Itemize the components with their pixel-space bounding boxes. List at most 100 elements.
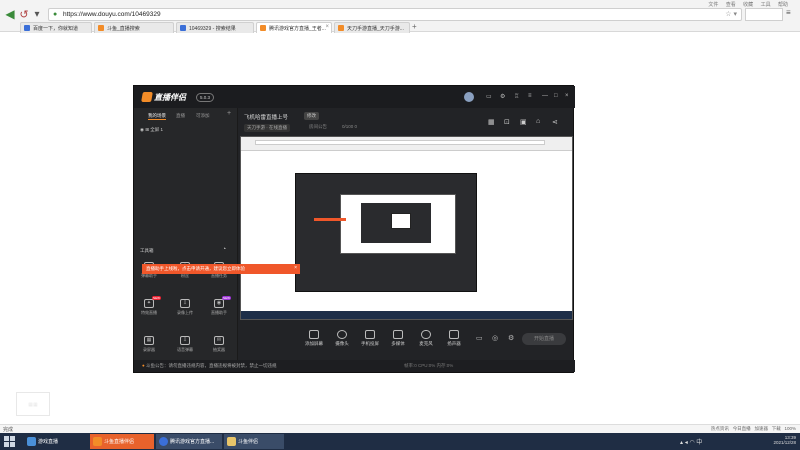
eye-icon[interactable]: ◉	[140, 127, 144, 132]
room-notice-link[interactable]: 房间公告	[309, 124, 327, 130]
tab-label: 百度一下，你就知道	[33, 26, 79, 32]
tab-close-icon[interactable]: ×	[325, 24, 329, 30]
tab-label: 天刀手游直播_天刀手游...	[347, 26, 404, 32]
phone-icon	[365, 330, 375, 339]
camera-button[interactable]: 摄像头	[328, 330, 356, 347]
microphone-button[interactable]: 麦克风	[412, 330, 440, 347]
wifi-icon[interactable]: ◠	[689, 440, 694, 446]
tool-effects[interactable]: ✦ NEW 特效直播	[134, 296, 164, 321]
tab-tiandao-live[interactable]: 天刀手游直播_天刀手游...	[334, 22, 410, 33]
tab-baidu[interactable]: 百度一下，你就知道	[20, 22, 92, 33]
preview-inner-page	[340, 194, 456, 254]
speaker-button[interactable]: 扬声器	[440, 330, 468, 347]
close-icon[interactable]: ×	[565, 93, 569, 99]
lock-icon[interactable]: ⊡	[504, 118, 510, 126]
media-button[interactable]: 多媒体	[384, 330, 412, 347]
home-icon[interactable]: ⌂	[536, 118, 540, 125]
tab-favicon-icon	[24, 25, 30, 31]
tool-live-helper[interactable]: ◉ NEW 直播助手	[204, 296, 234, 321]
menu-item-file[interactable]: 文件	[708, 2, 718, 8]
avatar[interactable]	[464, 92, 474, 102]
ctrl-label: 扬声器	[447, 341, 461, 346]
tab-my-scenes[interactable]: 我的场景	[148, 113, 166, 120]
media-icon	[393, 330, 403, 339]
tab-label: 10469329 - 搜索结果	[189, 26, 236, 32]
status-download[interactable]: 下载	[772, 426, 781, 431]
star-icon[interactable]: ☆ ▾	[725, 10, 737, 18]
shirt-icon[interactable]: ♖	[514, 93, 519, 100]
clock[interactable]: 13:39 2021/12/28	[773, 435, 796, 445]
new-badge: NEW	[222, 296, 231, 300]
grid-icon[interactable]: ▦	[488, 118, 495, 126]
network-icon[interactable]: ▴	[680, 440, 683, 446]
box-icon[interactable]: ▣	[520, 118, 527, 126]
tool-lottery[interactable]: ✉ 抽奖器	[204, 336, 234, 358]
tool-screen-recorder[interactable]: ▦ 录屏器	[134, 336, 164, 358]
room-edit-button[interactable]: 修改	[304, 112, 319, 120]
timer-icon[interactable]: ◔	[222, 246, 226, 253]
tab-addable[interactable]: 可添加	[196, 113, 210, 119]
tab-favicon-icon	[180, 25, 186, 31]
tool-voice-danmu[interactable]: ⇩ 语音弹幕	[170, 336, 200, 358]
menu-icon[interactable]: ≡	[528, 93, 532, 99]
taskbar-item-game-live[interactable]: 游戏直播	[24, 434, 86, 449]
taskbar-item-douyu-folder[interactable]: 斗鱼伴侣	[224, 434, 284, 449]
menu-item-view[interactable]: 查看	[726, 2, 736, 8]
system-tray: ▴ ◂ ◠ 中	[680, 437, 702, 446]
app-logo-icon	[141, 92, 153, 102]
announcement-icon: ●	[142, 363, 145, 368]
preview-inner-app	[295, 173, 477, 292]
browser-search-box[interactable]	[745, 8, 783, 21]
tab-live[interactable]: 直播	[176, 113, 185, 119]
settings-icon[interactable]: ⚙	[508, 334, 514, 342]
back-button[interactable]: ◀	[4, 7, 16, 21]
forward-button[interactable]: ↺	[18, 8, 30, 21]
circle-icon[interactable]: ◎	[492, 334, 498, 342]
volume-icon[interactable]: ◂	[685, 440, 688, 446]
app-statusbar: ● 斗鱼公告：请勿直播违规内容，直播违规将被封禁，禁止一切违规 帧率:0 CPU…	[134, 360, 575, 372]
share-icon[interactable]: ⋖	[552, 118, 558, 126]
status-hot-news[interactable]: 热点资讯	[711, 426, 729, 431]
address-bar[interactable]: ● https://www.douyu.com/10469329 ☆ ▾	[48, 8, 742, 21]
screen-icon[interactable]: ▭	[486, 93, 492, 100]
new-tab-button[interactable]: +	[412, 22, 417, 31]
app-logo-text: 直播伴侣	[154, 93, 186, 102]
app-window: 直播伴侣 5.0.3 ▭ ⚙ ♖ ≡ — □ × 我的场景 直播 可添加 + ◉…	[133, 85, 575, 373]
add-screen-button[interactable]: 添加屏幕	[300, 330, 328, 347]
start-live-button[interactable]: 开始直播	[522, 333, 566, 345]
tab-search-results[interactable]: 10469329 - 搜索结果	[176, 22, 254, 33]
version-badge[interactable]: 5.0.3	[196, 93, 215, 102]
refresh-button[interactable]: ▾	[31, 8, 43, 20]
scene-label: 全屏 1	[150, 127, 163, 132]
record-icon[interactable]: ▭	[476, 334, 483, 342]
room-category[interactable]: 天刀手游 · 在线直播	[244, 124, 290, 132]
address-text: https://www.douyu.com/10469329	[63, 11, 161, 18]
tab-strip: 百度一下，你就知道 斗鱼_直播搜索 10469329 - 搜索结果 腾讯游戏官方…	[0, 22, 800, 34]
notice-close-icon[interactable]: ×	[294, 265, 297, 271]
status-zoom[interactable]: 100%	[784, 426, 796, 431]
minimize-icon[interactable]: —	[542, 93, 548, 99]
status-accelerator[interactable]: 加速器	[754, 426, 768, 431]
live-preview[interactable]	[240, 136, 573, 320]
phone-cast-button[interactable]: 手机投屏	[356, 330, 384, 347]
browser-menu-icon[interactable]: ≡	[786, 8, 791, 17]
tab-tencent-live[interactable]: 腾讯游戏官方直播_王者... ×	[256, 22, 332, 33]
ctrl-label: 手机投屏	[361, 341, 379, 346]
tab-douyu-search[interactable]: 斗鱼_直播搜索	[94, 22, 174, 33]
scene-item[interactable]: ◉ ⊞ 全屏 1	[140, 127, 163, 133]
tab-favicon-icon	[260, 25, 266, 31]
taskbar-item-tencent-live[interactable]: 腾讯游戏官方直播...	[156, 434, 222, 449]
folder-icon	[227, 437, 236, 446]
lottery-icon: ✉	[214, 336, 224, 345]
start-button[interactable]	[4, 436, 16, 447]
preview-notice-bar	[314, 218, 346, 221]
taskbar-item-douyu-companion[interactable]: 斗鱼直播伴侣	[90, 434, 154, 449]
add-scene-icon[interactable]: +	[227, 110, 231, 117]
notice-bar[interactable]: 直播助手上线啦，点击申请开通，建议您立即体验 ×	[142, 264, 300, 274]
tool-record-upload[interactable]: ⇩ 录像上传	[170, 299, 200, 321]
settings-icon[interactable]: ⚙	[500, 93, 505, 100]
app-titlebar: 直播伴侣 5.0.3 ▭ ⚙ ♖ ≡ — □ ×	[134, 86, 575, 108]
maximize-icon[interactable]: □	[554, 93, 558, 99]
status-today-live[interactable]: 今日直播	[733, 426, 751, 431]
ime-icon[interactable]: 中	[696, 440, 702, 446]
